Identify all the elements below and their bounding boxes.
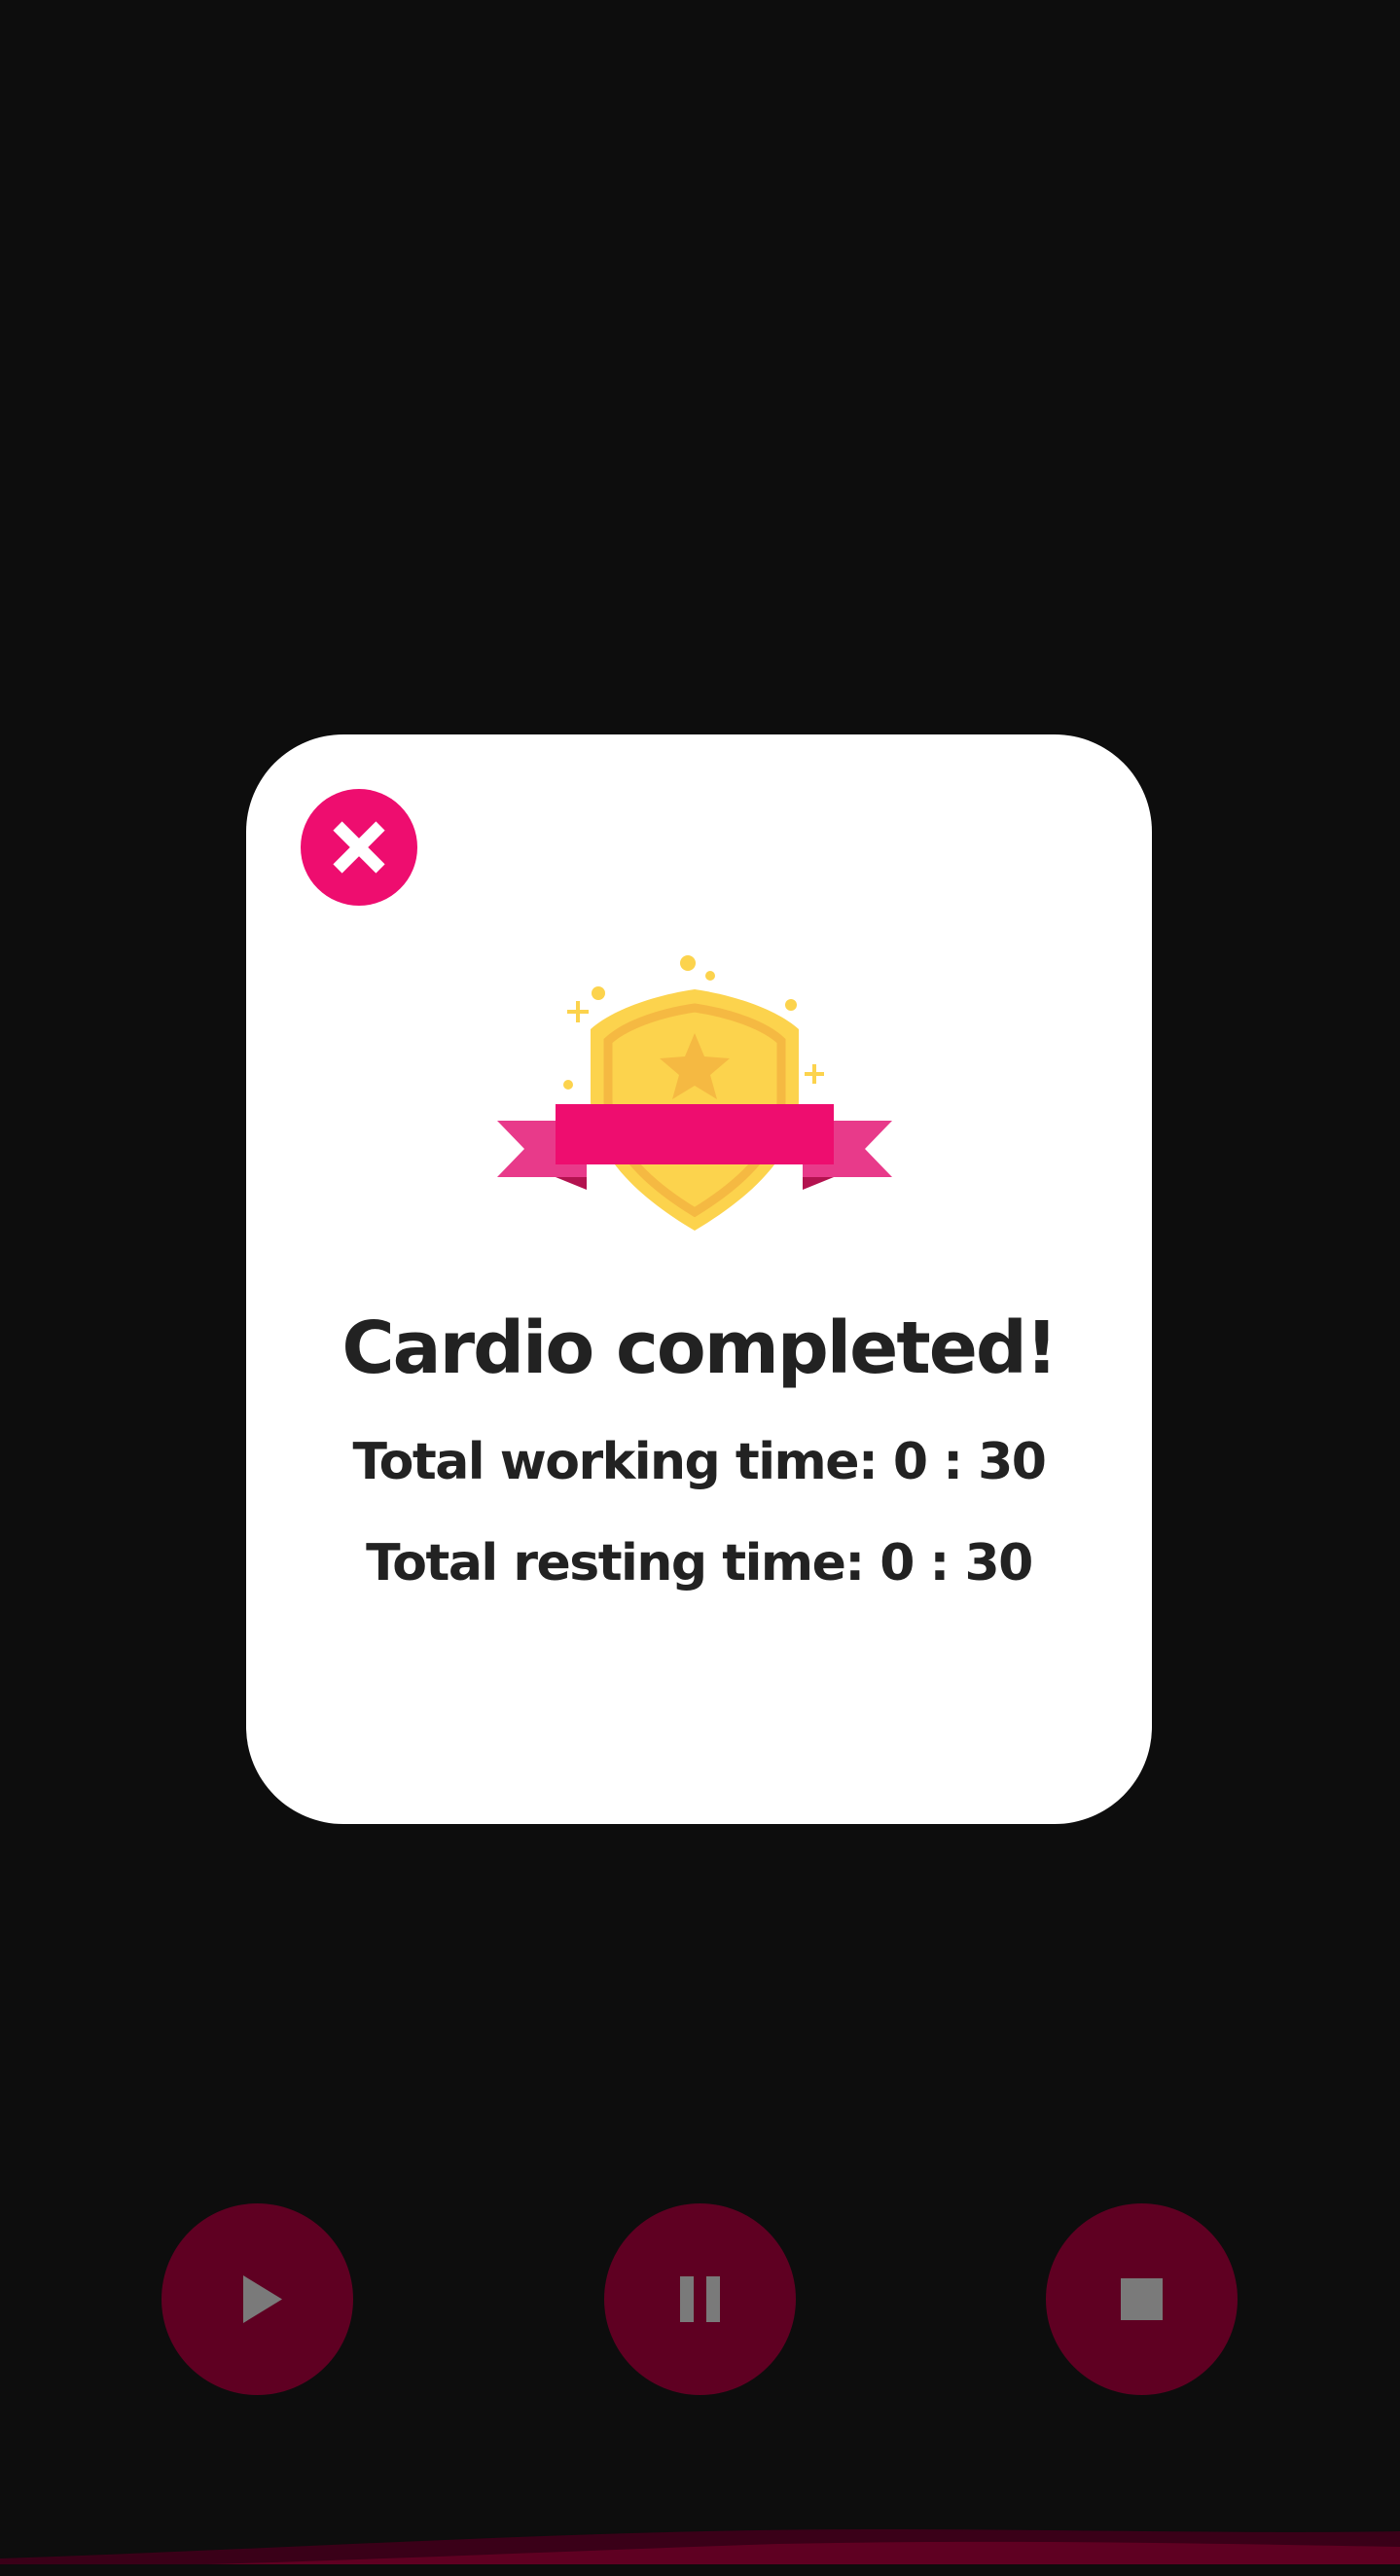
play-icon — [243, 2275, 282, 2323]
pause-icon — [680, 2276, 720, 2322]
app-screen: Cardio completed! Total working time: 0 … — [0, 0, 1400, 2576]
dialog-title: Cardio completed! — [341, 1306, 1058, 1390]
trophy-shield-badge-icon — [497, 955, 892, 1231]
play-button[interactable] — [162, 2203, 353, 2395]
pause-button[interactable] — [604, 2203, 796, 2395]
close-icon — [333, 821, 385, 874]
completion-dialog: Cardio completed! Total working time: 0 … — [246, 734, 1152, 1824]
stop-icon — [1121, 2278, 1163, 2320]
close-button[interactable] — [301, 789, 417, 906]
stop-button[interactable] — [1046, 2203, 1238, 2395]
total-resting-time: Total resting time: 0 : 30 — [366, 1534, 1033, 1592]
total-working-time: Total working time: 0 : 30 — [352, 1433, 1047, 1491]
bottom-wave-decoration — [0, 2529, 1400, 2576]
